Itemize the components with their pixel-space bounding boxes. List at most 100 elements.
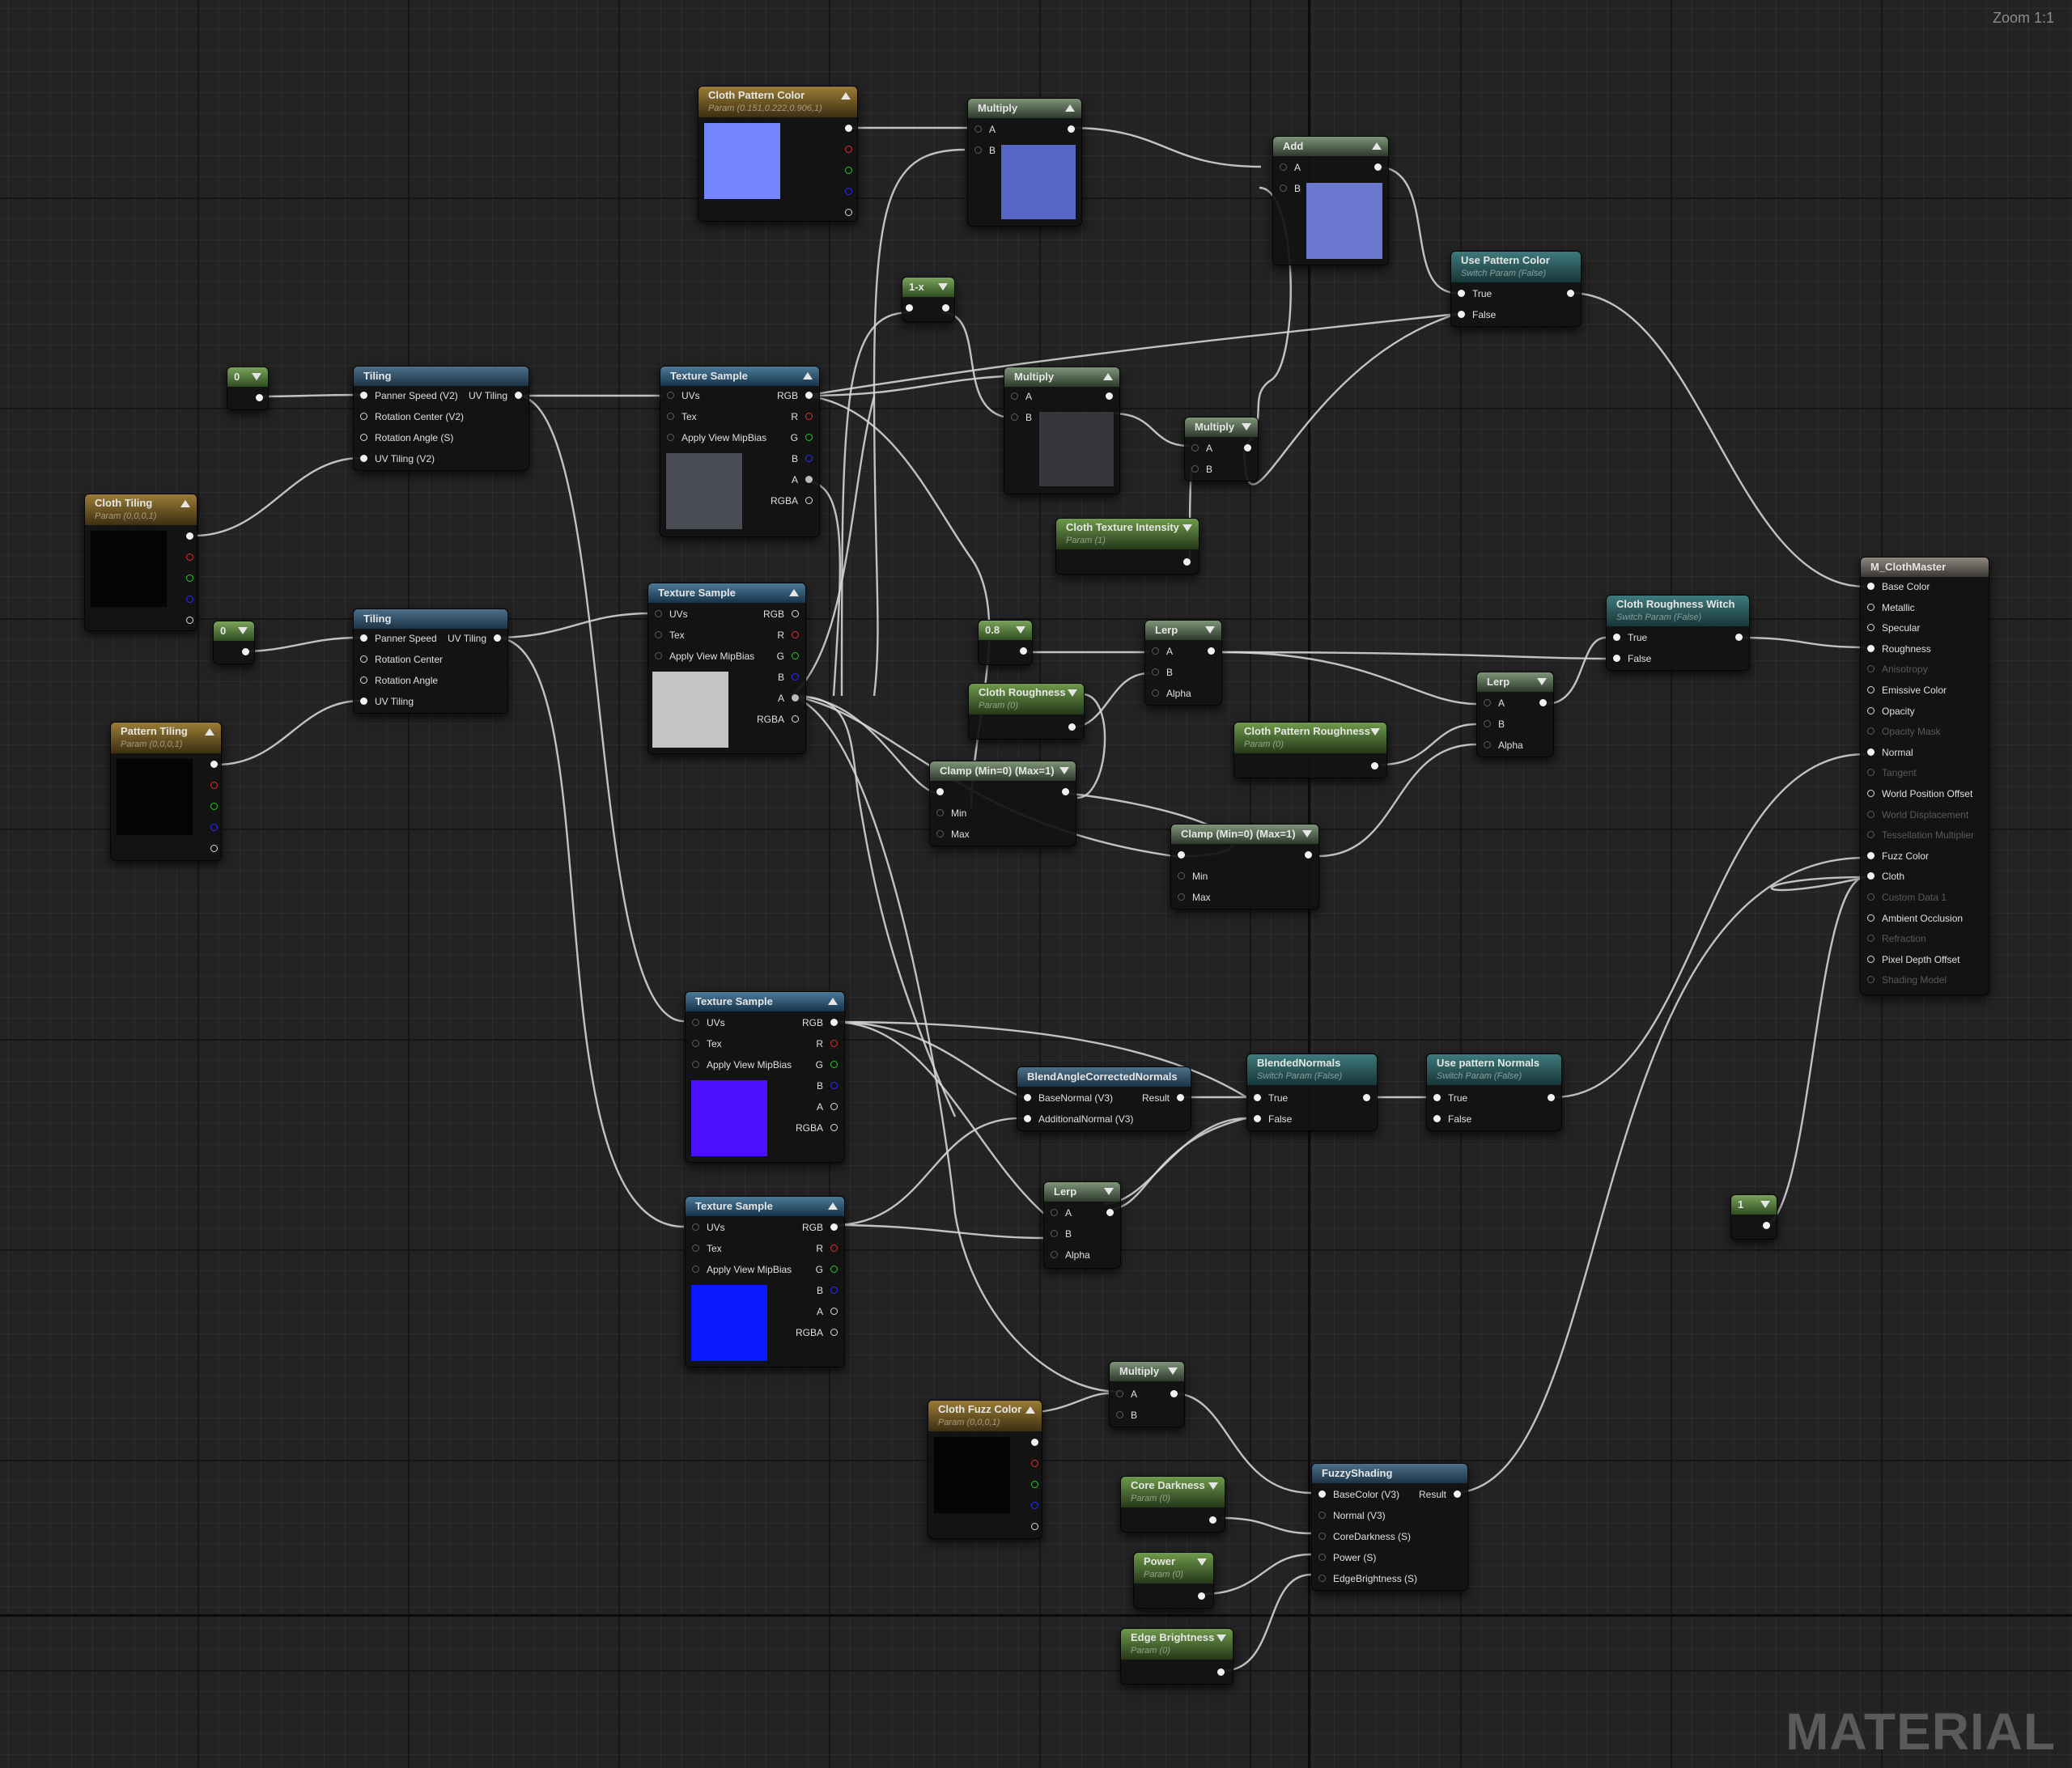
- input-pin-panner-speed[interactable]: Panner Speed: [360, 632, 437, 645]
- input-pin[interactable]: [936, 786, 951, 799]
- node-use-pattern-normals-switch[interactable]: Use pattern Normals Switch Param (False) …: [1426, 1054, 1562, 1131]
- output-pin[interactable]: [1364, 760, 1378, 773]
- node-header[interactable]: Cloth Pattern Roughness Param (0): [1234, 723, 1386, 753]
- node-constant-0-panner-2[interactable]: 0: [213, 621, 255, 664]
- node-cloth-pattern-color[interactable]: Cloth Pattern Color Param (0.151,0.222,0.…: [698, 86, 858, 222]
- output-pin-b[interactable]: B: [817, 1079, 838, 1092]
- collapse-arrow-icon[interactable]: [1182, 524, 1192, 532]
- input-pin-true[interactable]: True: [1433, 1092, 1467, 1104]
- input-pin-a[interactable]: A: [1484, 697, 1505, 710]
- input-pin-false[interactable]: False: [1254, 1113, 1292, 1126]
- output-pin-rgba[interactable]: [179, 614, 193, 627]
- node-header[interactable]: Texture Sample: [686, 1197, 844, 1216]
- output-pin-rgb[interactable]: RGB: [802, 1016, 838, 1029]
- input-pin-panner-speed[interactable]: Panner Speed (V2): [360, 389, 458, 402]
- output-pin-r[interactable]: [179, 551, 193, 564]
- input-pin-min[interactable]: Min: [936, 807, 966, 820]
- input-pin-additional-normal[interactable]: AdditionalNormal (V3): [1024, 1113, 1133, 1126]
- node-tiling-1[interactable]: Tiling Panner Speed (V2) Rotation Center…: [353, 366, 529, 471]
- collapse-arrow-icon[interactable]: [180, 500, 190, 507]
- output-pin-a[interactable]: A: [817, 1305, 838, 1318]
- node-use-pattern-color[interactable]: Use Pattern Color Switch Param (False) Tr…: [1450, 251, 1582, 327]
- node-header[interactable]: Clamp (Min=0) (Max=1): [930, 761, 1076, 781]
- input-pin-uv-tiling[interactable]: UV Tiling: [360, 695, 414, 708]
- output-pin-r[interactable]: [838, 143, 852, 156]
- material-input-tangent[interactable]: Tangent: [1867, 766, 1917, 779]
- material-input-opacity-mask[interactable]: Opacity Mask: [1867, 725, 1941, 738]
- input-pin-uv-tiling[interactable]: UV Tiling (V2): [360, 452, 435, 465]
- output-pin-r[interactable]: [203, 779, 218, 792]
- material-input-opacity[interactable]: Opacity: [1867, 705, 1915, 718]
- node-cloth-tiling[interactable]: Cloth Tiling Param (0,0,0,1): [84, 494, 197, 631]
- node-header[interactable]: 0: [227, 367, 268, 387]
- output-pin-rgb[interactable]: [203, 758, 218, 771]
- output-pin-rgba[interactable]: [838, 206, 852, 219]
- input-pin-a[interactable]: A: [1116, 1388, 1137, 1401]
- node-header[interactable]: Lerp: [1044, 1182, 1120, 1202]
- collapse-arrow-icon[interactable]: [1025, 1406, 1035, 1414]
- node-header[interactable]: Lerp: [1477, 672, 1553, 692]
- collapse-arrow-icon[interactable]: [1208, 1482, 1218, 1490]
- node-header[interactable]: Core Darkness Param (0): [1121, 1477, 1225, 1507]
- node-texture-sample-2[interactable]: Texture Sample UVs Tex Apply View MipBia…: [648, 583, 806, 754]
- input-pin-power[interactable]: Power (S): [1318, 1551, 1376, 1564]
- collapse-arrow-icon[interactable]: [1537, 678, 1547, 685]
- material-input-pixel-depth-offset[interactable]: Pixel Depth Offset: [1867, 953, 1960, 966]
- input-pin-a[interactable]: A: [1051, 1206, 1072, 1219]
- input-pin-base-normal[interactable]: BaseNormal (V3): [1024, 1092, 1113, 1104]
- input-pin-b[interactable]: B: [1011, 411, 1032, 424]
- output-pin-uv-tiling[interactable]: UV Tiling: [469, 389, 522, 402]
- input-pin-true[interactable]: True: [1254, 1092, 1288, 1104]
- node-lerp-1[interactable]: Lerp A B Alpha: [1144, 620, 1222, 706]
- input-pin-true[interactable]: True: [1613, 631, 1647, 644]
- material-input-world-displacement[interactable]: World Displacement: [1867, 808, 1968, 821]
- output-pin-r[interactable]: R: [816, 1242, 838, 1255]
- node-lerp-3[interactable]: Lerp A B Alpha: [1043, 1181, 1121, 1269]
- node-header[interactable]: Power Param (0): [1134, 1553, 1213, 1584]
- output-pin-rgb[interactable]: RGB: [802, 1221, 838, 1234]
- node-header[interactable]: 1: [1731, 1195, 1777, 1215]
- collapse-arrow-icon[interactable]: [205, 728, 214, 736]
- node-header[interactable]: Lerp: [1145, 621, 1221, 640]
- output-pin-g[interactable]: [179, 572, 193, 585]
- node-blended-normals-switch[interactable]: BlendedNormals Switch Param (False) True …: [1246, 1054, 1378, 1131]
- node-blend-angle-corrected-normals[interactable]: BlendAngleCorrectedNormals BaseNormal (V…: [1017, 1066, 1191, 1131]
- output-pin-b[interactable]: B: [817, 1284, 838, 1297]
- input-pin-core-darkness[interactable]: CoreDarkness (S): [1318, 1530, 1411, 1543]
- node-header[interactable]: Tiling: [354, 609, 507, 629]
- output-pin-rgba[interactable]: RGBA: [757, 713, 799, 726]
- node-add[interactable]: Add A B: [1272, 136, 1389, 265]
- input-pin-false[interactable]: False: [1613, 652, 1651, 665]
- collapse-arrow-icon[interactable]: [1103, 373, 1113, 380]
- input-pin-true[interactable]: True: [1458, 287, 1492, 300]
- output-pin-b[interactable]: [838, 185, 852, 198]
- collapse-arrow-icon[interactable]: [789, 589, 799, 596]
- output-pin[interactable]: [1756, 1219, 1770, 1232]
- output-pin[interactable]: [1013, 645, 1027, 658]
- input-pin-min[interactable]: Min: [1178, 870, 1208, 883]
- output-pin-g[interactable]: G: [791, 431, 813, 444]
- node-constant-0-panner[interactable]: 0: [227, 367, 269, 410]
- collapse-arrow-icon[interactable]: [828, 998, 838, 1005]
- node-edge-brightness[interactable]: Edge Brightness Param (0): [1120, 1628, 1233, 1685]
- node-multiply-1[interactable]: Multiply A B: [967, 98, 1082, 227]
- node-clamp-1[interactable]: Clamp (Min=0) (Max=1) Min Max: [929, 761, 1076, 846]
- input-pin-mipbias[interactable]: Apply View MipBias: [667, 431, 766, 444]
- node-constant-1[interactable]: 1: [1730, 1194, 1777, 1240]
- node-header[interactable]: 0.8: [979, 621, 1032, 640]
- node-cloth-roughness[interactable]: Cloth Roughness Param (0): [968, 683, 1085, 740]
- input-pin[interactable]: [1178, 849, 1192, 862]
- input-pin-rotation-angle[interactable]: Rotation Angle: [360, 674, 438, 687]
- output-pin-g[interactable]: [203, 800, 218, 813]
- input-pin-b[interactable]: B: [1280, 182, 1301, 195]
- node-header[interactable]: Cloth Tiling Param (0,0,0,1): [85, 494, 197, 525]
- output-pin-b[interactable]: [1024, 1499, 1038, 1512]
- input-pin-mipbias[interactable]: Apply View MipBias: [692, 1263, 792, 1276]
- output-pin-rgb[interactable]: [179, 530, 193, 543]
- material-input-roughness[interactable]: Roughness: [1867, 642, 1931, 655]
- output-pin-g[interactable]: G: [777, 650, 799, 663]
- material-input-world-position-offset[interactable]: World Position Offset: [1867, 787, 1972, 800]
- collapse-arrow-icon[interactable]: [1059, 767, 1069, 774]
- input-pin-base-color[interactable]: BaseColor (V3): [1318, 1488, 1399, 1501]
- output-pin-rgb[interactable]: RGB: [763, 608, 799, 621]
